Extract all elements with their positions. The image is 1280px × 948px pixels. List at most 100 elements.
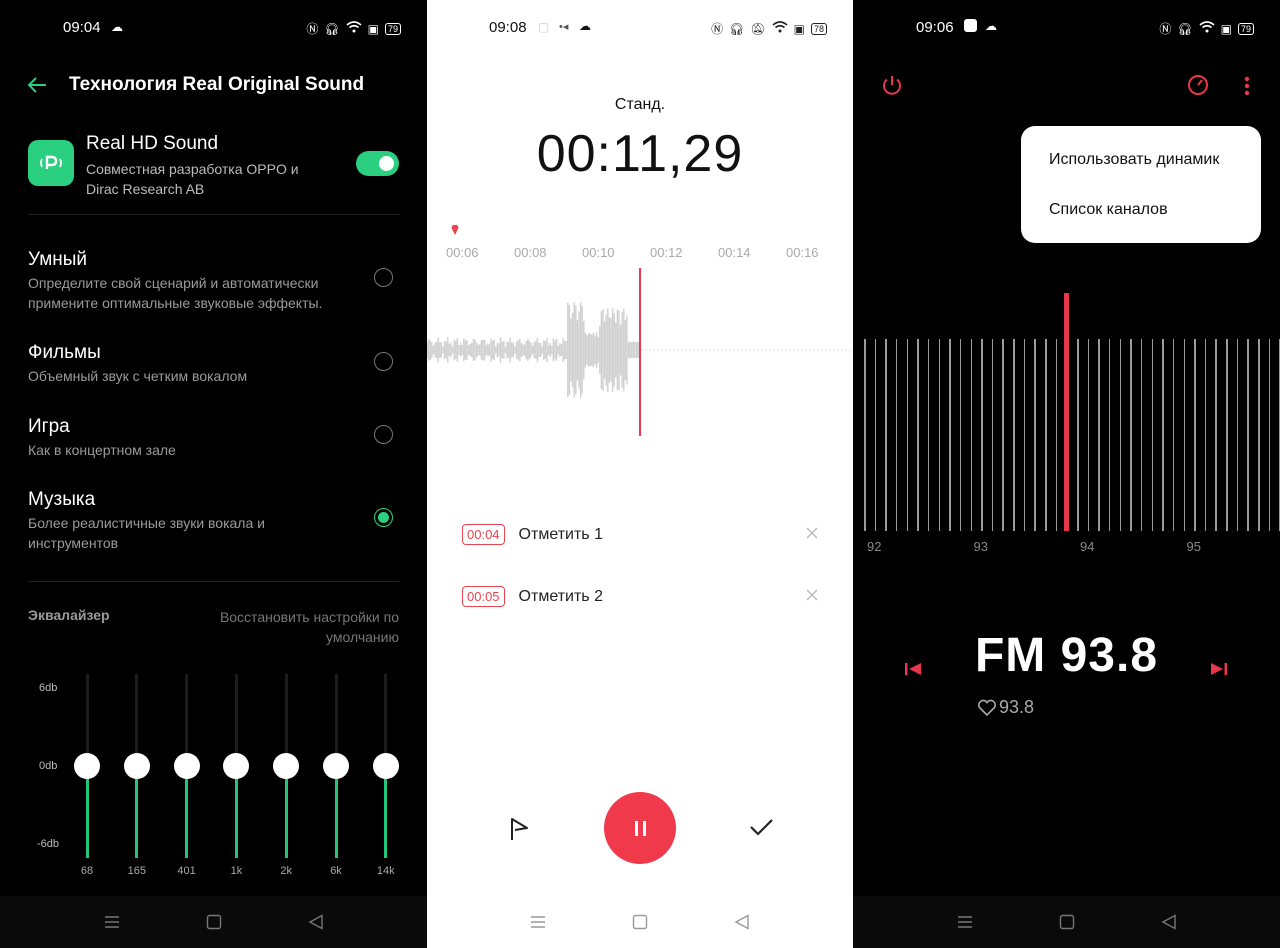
timeline-tick-label: 00:08	[514, 245, 547, 260]
scale-number: 94	[1080, 539, 1095, 554]
close-icon[interactable]	[806, 526, 818, 544]
skip-next-icon	[1211, 663, 1227, 675]
battery-icon: 79	[1237, 22, 1254, 35]
menu-nav-icon[interactable]	[101, 911, 123, 933]
option-title: Игра	[28, 416, 70, 437]
flag-mark-button[interactable]	[509, 815, 531, 841]
real-hd-sound-toggle[interactable]	[356, 151, 399, 176]
fm-radio-screen: 09:06 ☁ Ⓝ 🎧︎ ▣ 79 Использовать динамик С…	[853, 0, 1280, 948]
eq-band-label: 6k	[330, 865, 342, 877]
db-mid-label: 0db	[39, 760, 58, 772]
cast-icon: ▣	[367, 21, 379, 36]
scale-tick	[981, 339, 983, 531]
cloud-icon: ☁	[111, 20, 123, 34]
eq-slider-knob[interactable]	[173, 753, 200, 779]
option-desc: инструментов	[28, 535, 119, 551]
radio-music[interactable]	[374, 508, 393, 527]
status-icons: Ⓝ 🎧︎ ▣ 79	[1159, 20, 1254, 37]
option-game[interactable]: Игра Как в концертном зале	[28, 416, 399, 460]
scale-tick	[1002, 339, 1004, 531]
nfc-icon: Ⓝ	[306, 22, 319, 36]
next-station-button[interactable]	[1209, 661, 1229, 677]
eq-slider-knob[interactable]	[223, 753, 250, 779]
eq-band-label: 14k	[376, 865, 395, 877]
eq-fill	[185, 766, 189, 858]
scale-tick	[1130, 339, 1132, 531]
cloud-icon: ☁	[985, 19, 997, 33]
radio-smart[interactable]	[374, 268, 393, 287]
pause-button[interactable]	[604, 792, 676, 864]
channel-list-menu-item[interactable]: Список каналов	[1049, 201, 1168, 219]
back-nav-icon[interactable]	[731, 911, 753, 933]
mark-item[interactable]: 00:05 Отметить 2	[462, 586, 818, 607]
pause-icon	[642, 820, 646, 836]
option-music[interactable]: Музыка Более реалистичные звуки вокала и…	[28, 489, 399, 553]
menu-nav-icon[interactable]	[954, 911, 976, 933]
option-desc: примените оптимальные звуковые эффекты.	[28, 295, 323, 311]
home-nav-icon[interactable]	[629, 911, 651, 933]
reset-equalizer-link[interactable]: Восстановить настройки по умолчанию	[220, 607, 399, 647]
headphones-icon: 🎧︎	[729, 21, 745, 36]
sleep-timer-button[interactable]	[1186, 73, 1210, 97]
page-title: Технология Real Original Sound	[69, 74, 365, 95]
menu-nav-icon[interactable]	[527, 911, 549, 933]
equalizer-title: Эквалайзер	[28, 607, 110, 623]
toggle-knob	[379, 156, 394, 171]
close-icon[interactable]	[806, 588, 818, 606]
radio-movies[interactable]	[374, 352, 393, 371]
back-nav-icon[interactable]	[1158, 911, 1180, 933]
mark-item[interactable]: 00:04 Отметить 1	[462, 524, 818, 545]
more-options-button[interactable]	[1242, 75, 1252, 97]
eq-slider-knob[interactable]	[74, 753, 100, 779]
eq-band-label: 68	[80, 865, 94, 877]
scale-tick	[1098, 339, 1100, 531]
status-time: 09:06	[916, 19, 954, 36]
battery-icon: 78	[810, 22, 827, 35]
scale-tick	[1194, 339, 1196, 531]
eq-fill	[135, 766, 139, 858]
home-nav-icon[interactable]	[203, 911, 225, 933]
mark-time: 00:05	[462, 586, 505, 607]
scale-tick	[1258, 339, 1260, 531]
pause-icon	[634, 820, 638, 836]
option-desc: Объемный звук с четким вокалом	[28, 368, 248, 384]
scale-tick	[949, 339, 951, 531]
eq-slider-knob[interactable]	[323, 753, 349, 779]
scale-tick	[906, 339, 909, 531]
scale-number: 93	[973, 539, 988, 554]
scale-tick	[1023, 339, 1026, 531]
scale-tick	[1108, 339, 1111, 531]
status-icons: Ⓝ 🎧︎ 🔕︎ ▣ 78	[711, 20, 827, 37]
option-smart[interactable]: Умный Определите свой сценарий и автомат…	[28, 249, 399, 313]
favorite-toggle[interactable]: 93.8	[977, 697, 1034, 718]
db-top-label: 6db	[39, 682, 58, 694]
eq-slider-knob[interactable]	[123, 753, 150, 779]
reset-line2: умолчанию	[326, 629, 399, 645]
option-desc: Более реалистичные звуки вокала и	[28, 515, 265, 531]
mark-label: Отметить 1	[518, 525, 603, 543]
cast-icon: ▣	[1220, 21, 1232, 36]
mark-time: 00:04	[462, 524, 505, 545]
back-nav-icon[interactable]	[305, 911, 327, 933]
save-checkmark-button[interactable]	[749, 815, 775, 839]
eq-slider-knob[interactable]	[273, 753, 300, 779]
recording-mode: Станд.	[614, 96, 666, 113]
mark-label: Отметить 2	[518, 587, 603, 605]
overflow-menu: Использовать динамик Список каналов	[1021, 126, 1261, 243]
scale-tick	[1013, 339, 1015, 531]
option-desc: Определите свой сценарий и автоматически	[28, 275, 319, 291]
use-speaker-menu-item[interactable]: Использовать динамик	[1049, 151, 1219, 169]
notification-icon	[964, 19, 977, 32]
eq-slider-knob[interactable]	[372, 753, 399, 779]
notification-icon: ▢	[538, 20, 550, 34]
divider	[28, 581, 399, 582]
power-button[interactable]	[880, 73, 904, 97]
option-movies[interactable]: Фильмы Объемный звук с четким вокалом	[28, 342, 399, 386]
radio-game[interactable]	[374, 425, 393, 444]
frequency-needle[interactable]	[1064, 293, 1069, 531]
back-arrow-icon[interactable]	[25, 73, 49, 97]
scale-tick	[1183, 339, 1185, 531]
home-nav-icon[interactable]	[1056, 911, 1078, 933]
mute-icon: 🔕︎	[750, 21, 766, 36]
timeline-tick-label: 00:14	[718, 245, 751, 260]
